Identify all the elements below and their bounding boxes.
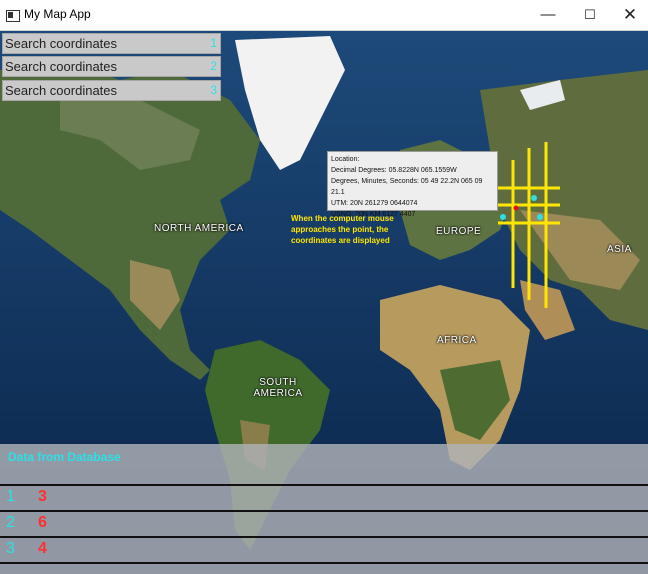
search-number: 3 (210, 83, 217, 97)
row-value: 4 (38, 540, 47, 557)
search-placeholder: Search coordinates (5, 36, 118, 51)
database-row[interactable]: 1 3 (0, 484, 648, 510)
row-index: 2 (6, 514, 15, 531)
row-value: 6 (38, 514, 47, 531)
panel-title: Data from Database (8, 450, 121, 464)
search-coordinates-input-1[interactable]: Search coordinates 1 (2, 33, 221, 54)
map-label-asia: ASIA (607, 244, 632, 255)
window-title: My Map App (24, 7, 91, 21)
tooltip-decimal-degrees: Decimal Degrees: 05.8228N 065.1559W (331, 167, 457, 174)
map-label-north-america: NORTH AMERICA (154, 223, 244, 234)
map-label-south-america: SOUTH AMERICA (253, 377, 303, 399)
search-coordinates-input-2[interactable]: Search coordinates 2 (2, 56, 221, 77)
search-placeholder: Search coordinates (5, 83, 118, 98)
database-panel: Data from Database 1 3 2 6 3 4 (0, 444, 648, 574)
map-label-europe: EUROPE (436, 226, 482, 237)
row-value: 3 (38, 488, 47, 505)
search-placeholder: Search coordinates (5, 59, 118, 74)
selected-point[interactable] (513, 205, 519, 211)
maximize-button[interactable]: ☐ (570, 3, 610, 27)
row-index: 1 (6, 488, 15, 505)
location-tooltip: Location: Decimal Degrees: 05.8228N 065.… (327, 151, 498, 218)
search-number: 1 (210, 36, 217, 50)
row-index: 3 (6, 540, 15, 557)
map-label-africa: AFRICA (437, 335, 477, 346)
search-coordinates-input-3[interactable]: Search coordinates 3 (2, 80, 221, 101)
close-button[interactable]: ✕ (610, 3, 648, 27)
tooltip-dms: Degrees, Minutes, Seconds: 05 49 22.2N 0… (331, 178, 483, 196)
panel-divider (0, 562, 648, 564)
search-number: 2 (210, 59, 217, 73)
database-row[interactable]: 3 4 (0, 536, 648, 562)
minimize-button[interactable]: — (528, 3, 568, 27)
tooltip-utm: UTM: 20N 261279 0644074 (331, 200, 418, 207)
hover-annotation: When the computer mouse approaches the p… (291, 214, 394, 245)
title-bar: My Map App — ☐ ✕ (0, 0, 648, 31)
tooltip-heading: Location: (331, 156, 360, 163)
database-row[interactable]: 2 6 (0, 510, 648, 536)
app-window-icon (6, 10, 20, 22)
